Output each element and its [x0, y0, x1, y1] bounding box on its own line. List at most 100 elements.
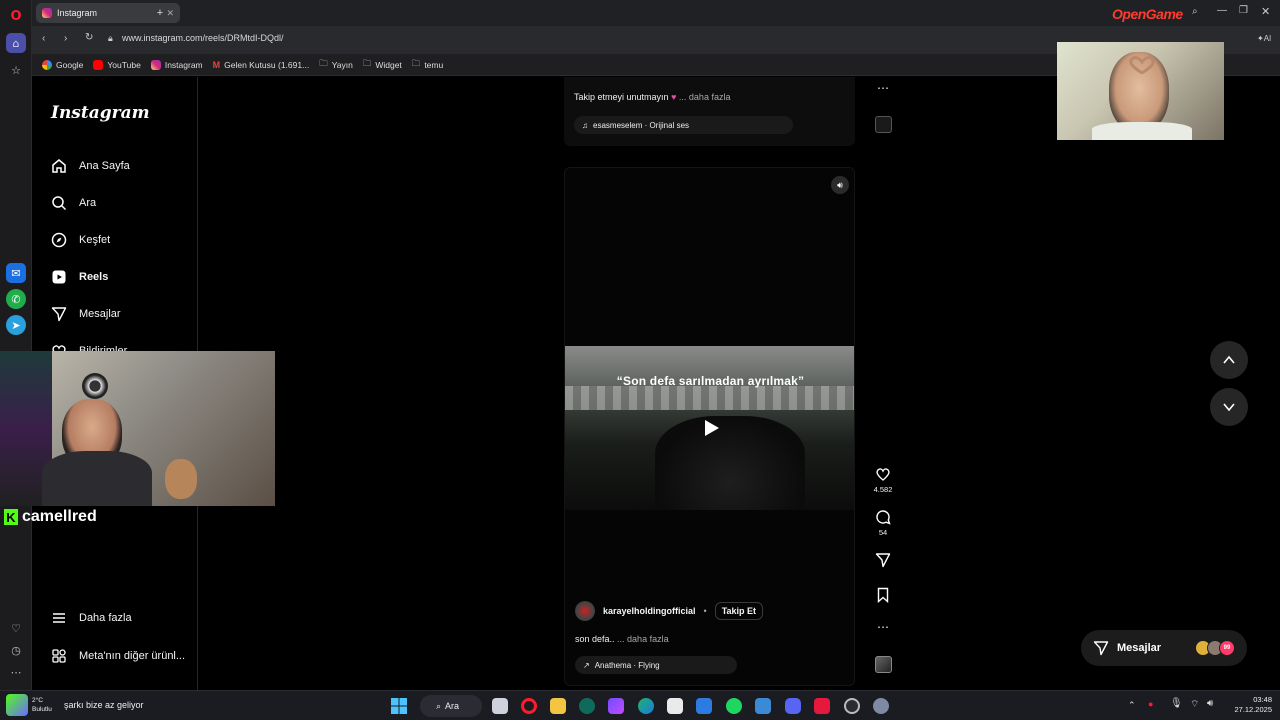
search-icon: ⌕ — [436, 700, 442, 711]
volume-icon[interactable]: 🔊︎ — [1207, 698, 1213, 709]
bookmark-yayin[interactable]: 🗀︎ Yayın — [319, 58, 353, 72]
share-button[interactable] — [872, 552, 894, 568]
messages-pill[interactable]: Mesajlar 99 — [1081, 630, 1247, 666]
separator-dot: • — [703, 606, 707, 616]
maximize-icon[interactable]: ❐ — [1239, 5, 1248, 16]
nav-meta-products[interactable]: Meta'nın diğer ürünl... — [51, 648, 185, 664]
bookmark-youtube[interactable]: YouTube — [93, 59, 141, 70]
previous-reel-button[interactable] — [1210, 341, 1248, 379]
comment-icon — [876, 510, 891, 525]
new-tab-button[interactable]: + — [153, 6, 167, 20]
tray-app-icon[interactable]: ● — [1148, 699, 1153, 709]
task-view-icon[interactable] — [492, 698, 508, 714]
audio-thumbnail[interactable] — [872, 656, 894, 673]
reel-more-options-icon[interactable]: ⋯ — [872, 620, 894, 634]
folder-icon: 🗀︎ — [411, 57, 421, 68]
windows-taskbar: 2°C Bulutlu şarkı bize az geliyor ⌕ Ara … — [0, 690, 1280, 720]
nav-reels[interactable]: Reels — [51, 269, 108, 285]
app-icon[interactable] — [755, 698, 771, 714]
heart-sidebar-icon[interactable]: ♡ — [6, 618, 26, 638]
close-window-icon[interactable]: ✕ — [1261, 5, 1270, 18]
bookmark-instagram[interactable]: Instagram — [150, 59, 203, 70]
reel-audio[interactable]: ↗ Anathema · Flying — [575, 656, 737, 674]
chevron-down-icon — [1223, 403, 1235, 412]
tab-bar: Instagram ✕ + OpenGame ⌕ — ❐ ✕ — [32, 0, 1280, 26]
now-playing-text: şarkı bize az geliyor — [64, 700, 144, 710]
reel-username[interactable]: karayelholdingofficial — [603, 606, 696, 616]
app-icon[interactable] — [814, 698, 830, 714]
sound-icon[interactable]: 🔊︎ — [831, 176, 849, 194]
pinboard-icon[interactable]: ☆ — [6, 60, 26, 80]
previous-reel-audio[interactable]: ♫ esasmeselem · Orijinal ses — [574, 116, 793, 134]
weather-widget[interactable]: 2°C Bulutlu — [6, 694, 52, 716]
settings-icon[interactable] — [873, 698, 889, 714]
nav-more[interactable]: Daha fazla — [51, 610, 132, 626]
follow-button[interactable]: Takip Et — [714, 602, 764, 620]
gmail-icon: M — [212, 59, 221, 70]
taskbar-search[interactable]: ⌕ Ara — [420, 695, 482, 717]
bookmark-temu[interactable]: 🗀︎ temu — [412, 58, 443, 72]
url-field[interactable]: www.instagram.com/reels/DRMtdI-DQdl/ — [122, 33, 284, 43]
reel-more-link[interactable]: ... daha fazla — [617, 634, 669, 644]
streamer-tag: K camellred — [4, 508, 97, 526]
previous-reel-card: Takip etmeyi unutmayın ♥ ... daha fazla … — [564, 77, 855, 146]
more-options-icon[interactable]: ⋯ — [6, 662, 26, 682]
next-reel-button[interactable] — [1210, 388, 1248, 426]
nav-search[interactable]: Ara — [51, 195, 96, 211]
home-icon — [51, 158, 67, 174]
store-icon[interactable] — [667, 698, 683, 714]
like-button[interactable]: 4.582 — [872, 466, 894, 494]
save-button[interactable] — [872, 587, 894, 603]
avatar[interactable] — [575, 601, 595, 621]
instagram-favicon-icon — [42, 8, 52, 18]
history-icon[interactable]: ◷ — [6, 640, 26, 660]
opera-taskbar-icon[interactable] — [521, 698, 537, 714]
instagram-icon — [150, 59, 161, 70]
nav-home[interactable]: Ana Sayfa — [51, 158, 130, 174]
wifi-icon[interactable]: ⌔ — [1190, 698, 1199, 711]
whatsapp-icon[interactable]: ✆ — [6, 289, 26, 309]
opera-sidebar: O ⌂ ☆ ✉ ✆ ➤ ♡ ◷ ⋯ — [0, 0, 32, 690]
file-explorer-icon[interactable] — [550, 698, 566, 714]
close-tab-icon[interactable]: ✕ — [166, 8, 174, 19]
messenger-icon[interactable]: ✉ — [6, 263, 26, 283]
microphone-icon[interactable]: 🎙︎ — [1170, 698, 1183, 709]
app-icon[interactable] — [608, 698, 624, 714]
previous-audio-thumbnail[interactable] — [872, 116, 894, 133]
previous-reel-more-link[interactable]: ... daha fazla — [679, 92, 731, 102]
clock[interactable]: 03:48 27.12.2025 — [1228, 695, 1272, 715]
spotify-icon[interactable] — [726, 698, 742, 714]
edge-icon[interactable] — [638, 698, 654, 714]
play-icon[interactable] — [701, 418, 721, 438]
mail-icon[interactable] — [696, 698, 712, 714]
previous-more-options-icon[interactable]: ⋯ — [872, 81, 894, 95]
app-icon[interactable] — [844, 698, 860, 714]
ai-icon[interactable]: ✦AI — [1257, 34, 1271, 43]
discord-icon[interactable] — [785, 698, 801, 714]
reel-card[interactable]: 🔊︎ “Son defa sarılmadan ayrılmak” karaye… — [564, 167, 855, 686]
back-icon[interactable]: ‹ — [42, 33, 45, 44]
minimize-icon[interactable]: — — [1217, 5, 1227, 16]
windows-start-icon[interactable] — [391, 698, 407, 714]
bookmark-google[interactable]: Google — [42, 59, 83, 70]
opera-logo-icon[interactable]: O — [6, 6, 26, 26]
chevron-up-icon[interactable]: ⌃ — [1128, 700, 1136, 711]
instagram-logo[interactable]: Instagram — [51, 103, 150, 123]
nav-explore[interactable]: Keşfet — [51, 232, 110, 248]
reload-icon[interactable]: ↻ — [85, 32, 93, 43]
reel-author-row: karayelholdingofficial • Takip Et — [575, 601, 764, 621]
forward-icon[interactable]: › — [64, 33, 67, 44]
home-speed-dial-icon[interactable]: ⌂ — [6, 33, 26, 53]
app-icon[interactable] — [579, 698, 595, 714]
telegram-icon[interactable]: ➤ — [6, 315, 26, 335]
bookmark-widget[interactable]: 🗀︎ Widget — [363, 58, 402, 72]
comment-button[interactable]: 54 — [872, 509, 894, 537]
folder-icon: 🗀︎ — [362, 57, 372, 68]
search-icon — [51, 195, 67, 211]
lock-icon: 🔒︎ — [108, 33, 113, 43]
reel-video[interactable]: “Son defa sarılmadan ayrılmak” — [565, 346, 854, 510]
nav-messages[interactable]: Mesajlar — [51, 306, 121, 322]
webcam-teddy-bear — [165, 459, 197, 499]
bookmark-gmail[interactable]: M Gelen Kutusu (1.691... — [213, 60, 310, 70]
search-tabs-icon[interactable]: ⌕ — [1192, 6, 1198, 17]
